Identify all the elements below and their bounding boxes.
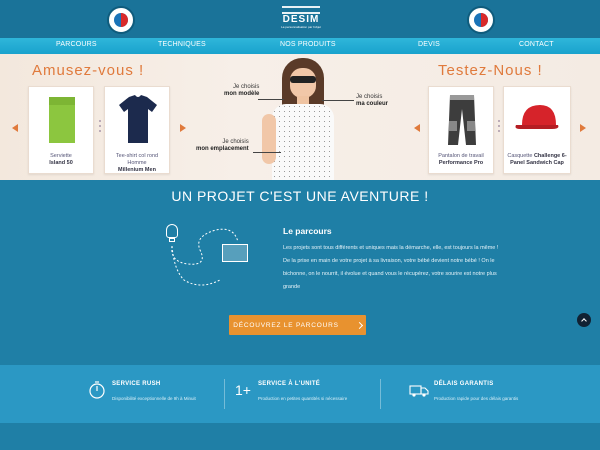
- parcours-heading: Le parcours: [283, 226, 332, 236]
- discover-parcours-button[interactable]: DÉCOUVREZ LE PARCOURS: [229, 315, 366, 335]
- hero-right-title: Testez-Nous !: [438, 62, 543, 79]
- feature-title: DÉLAIS GARANTIS: [434, 381, 494, 387]
- product-model: Millenium Men: [118, 167, 156, 173]
- product-name: Casquette: [507, 153, 533, 159]
- feature-title: SERVICE À L'UNITÉ: [258, 381, 321, 387]
- nav-item-produits[interactable]: NOS PRODUITS: [280, 41, 336, 48]
- callout-modele: Je choisis mon modèle: [224, 84, 260, 97]
- trousers-image: [448, 95, 476, 145]
- carousel-right-prev-arrow-icon[interactable]: [414, 124, 420, 132]
- site-header: DESIM La personnalisation par l'objet: [0, 0, 600, 38]
- callout-emplacement: Je choisis mon emplacement: [196, 139, 249, 152]
- product-card[interactable]: Pantalon de travail Performance Pro: [428, 86, 494, 174]
- model-photo: [258, 54, 348, 180]
- carousel-left-prev-arrow-icon[interactable]: [12, 124, 18, 132]
- made-in-france-badge[interactable]: [467, 6, 495, 34]
- carousel-dots[interactable]: [99, 120, 101, 135]
- cta-label: DÉCOUVREZ LE PARCOURS: [233, 321, 339, 329]
- product-model: Performance Pro: [438, 160, 484, 166]
- one-plus-icon: 1+: [235, 382, 251, 398]
- badge-flag-icon: [474, 13, 488, 27]
- product-card[interactable]: Tee-shirt col rond Homme Millenium Men: [104, 86, 170, 174]
- divider: [224, 379, 225, 409]
- product-card[interactable]: Serviette Island 50: [28, 86, 94, 174]
- product-name: Pantalon de travail: [438, 153, 484, 159]
- carousel-left-next-arrow-icon[interactable]: [180, 124, 186, 132]
- carousel-right-next-arrow-icon[interactable]: [580, 124, 586, 132]
- divider: [380, 379, 381, 409]
- carousel-dots[interactable]: [498, 120, 500, 135]
- chevron-right-icon: [355, 321, 363, 329]
- footer-band: [0, 423, 600, 450]
- hero-banner: Amusez-vous ! Testez-Nous ! Serviette Is…: [0, 54, 600, 180]
- product-name: Serviette: [50, 153, 72, 159]
- project-section: UN PROJET C'EST UNE AVENTURE ! Le parcou…: [0, 180, 600, 365]
- nav-item-devis[interactable]: DEVIS: [418, 41, 440, 48]
- hero-left-title: Amusez-vous !: [32, 62, 145, 79]
- logo-name: DESIM: [282, 14, 320, 25]
- towel-image: [49, 97, 75, 143]
- callout-couleur: Je choisis ma couleur: [356, 94, 389, 107]
- badge-flag-icon: [114, 13, 128, 27]
- nav-item-contact[interactable]: CONTACT: [519, 41, 554, 48]
- site-logo[interactable]: DESIM La personnalisation par l'objet: [278, 6, 324, 34]
- tshirt-image: [119, 95, 157, 143]
- service-rush-badge[interactable]: [107, 6, 135, 34]
- logo-tagline: La personnalisation par l'objet: [281, 25, 321, 29]
- truck-icon: [409, 385, 429, 397]
- nav-item-techniques[interactable]: TECHNIQUES: [158, 41, 206, 48]
- product-model: Island 50: [49, 160, 73, 166]
- sunglasses-icon: [290, 76, 316, 83]
- scroll-top-button[interactable]: [577, 313, 591, 327]
- features-bar: SERVICE RUSH Disponibilité exceptionnell…: [0, 365, 600, 450]
- project-title: UN PROJET C'EST UNE AVENTURE !: [171, 188, 429, 204]
- package-icon: [222, 244, 248, 262]
- cap-image: [515, 105, 559, 129]
- nav-item-parcours[interactable]: PARCOURS: [56, 41, 97, 48]
- product-card[interactable]: Casquette Challenge 6-Panel Sandwich Cap: [503, 86, 571, 174]
- logo-waves-icon: [282, 6, 320, 14]
- feature-desc: Disponibilité exceptionnelle de 9h à Min…: [112, 396, 196, 401]
- chevron-up-icon: [581, 318, 587, 324]
- journey-illustration: [160, 220, 260, 290]
- feature-desc: Production rapide pour des délais garant…: [434, 396, 519, 401]
- main-nav: PARCOURS TECHNIQUES NOS PRODUITS DEVIS C…: [0, 38, 600, 54]
- parcours-text: Les projets sont tous différents et uniq…: [283, 245, 499, 290]
- product-name: Tee-shirt col rond Homme: [115, 153, 159, 166]
- feature-desc: Production en petites quantités si néces…: [258, 396, 348, 401]
- stopwatch-icon: [89, 381, 105, 399]
- feature-title: SERVICE RUSH: [112, 381, 161, 387]
